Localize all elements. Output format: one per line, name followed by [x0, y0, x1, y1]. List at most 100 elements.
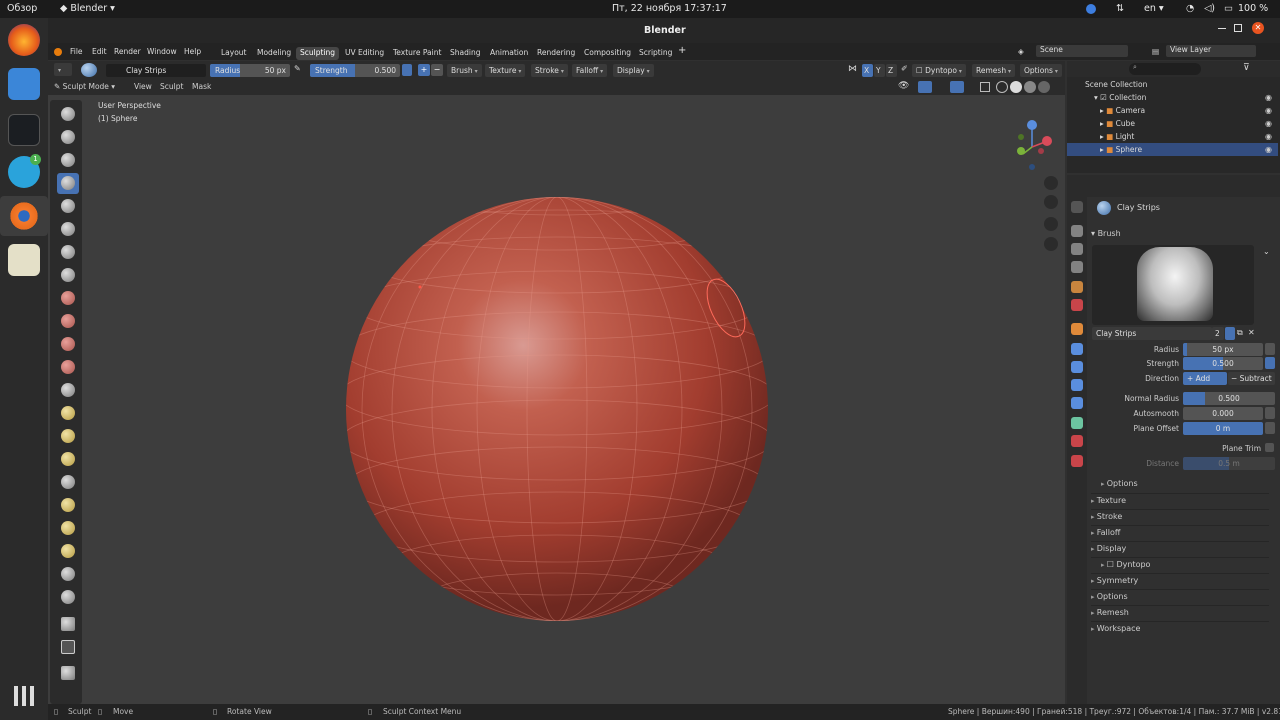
world-tab-icon[interactable]	[1071, 299, 1083, 311]
files-icon[interactable]	[8, 68, 40, 100]
menu-window[interactable]: Window	[147, 47, 177, 56]
particles-tab-icon[interactable]	[1071, 361, 1083, 373]
ortho-grid-icon[interactable]	[1044, 237, 1058, 251]
xray-toggle-icon[interactable]	[980, 82, 990, 92]
material-tab-icon[interactable]	[1071, 435, 1083, 447]
distance-field[interactable]: 0.5 m	[1183, 457, 1275, 470]
app-menu[interactable]: ◆ Blender ▾	[60, 3, 115, 14]
minimize-button[interactable]	[1218, 28, 1226, 29]
tab-uv-editing[interactable]: UV Editing	[341, 47, 388, 60]
overview-button[interactable]: Обзор	[7, 3, 37, 14]
panel-remesh[interactable]: Remesh	[1091, 605, 1269, 619]
options-subpanel[interactable]: Options	[1101, 477, 1279, 491]
panel-dyntopo[interactable]: ☐ Dyntopo	[1091, 557, 1269, 571]
autosmooth-pressure-icon[interactable]	[1265, 407, 1275, 419]
outliner-item-sphere[interactable]: ▸ ■ Sphere	[1067, 143, 1278, 156]
physics-tab-icon[interactable]	[1071, 379, 1083, 391]
modifier-tab-icon[interactable]	[1071, 343, 1083, 355]
radius-prop-pressure-icon[interactable]	[1265, 343, 1275, 355]
strength-field[interactable]: Strength 0.500	[310, 64, 400, 77]
language-indicator[interactable]: en ▾	[1144, 3, 1164, 14]
brush-users-count[interactable]: 2	[1212, 327, 1224, 340]
solid-shading-icon[interactable]	[1010, 81, 1022, 93]
unlink-icon[interactable]: ✕	[1248, 328, 1255, 337]
tab-scripting[interactable]: Scripting	[635, 47, 676, 60]
blender-logo-icon[interactable]	[54, 48, 62, 56]
tab-animation[interactable]: Animation	[486, 47, 532, 60]
zoom-icon[interactable]	[1044, 176, 1058, 190]
tab-texture-paint[interactable]: Texture Paint	[389, 47, 445, 60]
brush-panel-header[interactable]: ▾ Brush	[1091, 229, 1121, 238]
panel-options[interactable]: Options	[1091, 589, 1269, 603]
duplicate-icon[interactable]: ⧉	[1237, 328, 1243, 338]
brush-preview-dropdown-icon[interactable]: ⌄	[1263, 247, 1270, 256]
camera-view-icon[interactable]	[1044, 217, 1058, 231]
volume-icon[interactable]: ◁)	[1204, 3, 1215, 14]
strength-prop-field[interactable]: 0.500	[1183, 357, 1263, 370]
add-workspace-icon[interactable]: +	[678, 45, 686, 56]
strength-prop-pressure-icon[interactable]	[1265, 357, 1275, 369]
sphere-mesh[interactable]	[346, 197, 768, 621]
network-status-icon[interactable]	[1086, 4, 1096, 14]
direction-subtract-icon[interactable]: −	[431, 64, 443, 76]
symmetry-y-button[interactable]: Y	[874, 64, 885, 77]
scene-tab-icon[interactable]	[1071, 281, 1083, 293]
menu-render[interactable]: Render	[114, 47, 141, 56]
lock-icon[interactable]: ✐	[901, 64, 908, 73]
scene-selector[interactable]: Scene	[1036, 45, 1128, 57]
battery-icon[interactable]: ▭	[1224, 3, 1233, 14]
scene-icon[interactable]: ◈	[1018, 47, 1024, 56]
symmetry-z-button[interactable]: Z	[886, 64, 897, 77]
output-tab-icon[interactable]	[1071, 243, 1083, 255]
sculpt-mode-selector[interactable]: ✎ Sculpt Mode ▾	[54, 80, 115, 94]
dyntopo-menu[interactable]: ☐ Dyntopo	[912, 64, 966, 77]
menu-file[interactable]: File	[70, 47, 83, 56]
normal-radius-field[interactable]: 0.500	[1183, 392, 1275, 405]
display-menu[interactable]: Display	[613, 64, 654, 77]
clock[interactable]: Пт, 22 ноября 17:37:17	[612, 3, 727, 14]
autosmooth-field[interactable]: 0.000	[1183, 407, 1263, 420]
mask-menu[interactable]: Mask	[192, 80, 211, 94]
brush-name-field[interactable]: Clay Strips	[106, 64, 206, 77]
3d-viewport[interactable]: User Perspective (1) Sphere	[48, 95, 1065, 704]
stroke-menu[interactable]: Stroke	[531, 64, 568, 77]
brush-name-datablock[interactable]: Clay Strips	[1092, 327, 1212, 340]
material-shading-icon[interactable]	[1024, 81, 1036, 93]
direction-add-button[interactable]: + Add	[1183, 372, 1227, 385]
tab-layout[interactable]: Layout	[217, 47, 251, 60]
panel-stroke[interactable]: Stroke	[1091, 509, 1269, 523]
object-tab-icon[interactable]	[1071, 323, 1083, 335]
constraints-tab-icon[interactable]	[1071, 397, 1083, 409]
rendered-shading-icon[interactable]	[1038, 81, 1050, 93]
view-layer-icon[interactable]: ▤	[1152, 47, 1159, 56]
panel-symmetry[interactable]: Symmetry	[1091, 573, 1269, 587]
direction-subtract-button[interactable]: − Subtract	[1228, 372, 1275, 385]
texture-menu[interactable]: Texture	[485, 64, 526, 77]
direction-add-icon[interactable]: +	[418, 64, 430, 76]
close-button[interactable]: ✕	[1252, 22, 1264, 34]
gizmo-toggle-icon[interactable]	[918, 81, 932, 93]
texture-tab-icon[interactable]	[1071, 455, 1083, 467]
visibility-icon[interactable]: 👁	[898, 81, 909, 91]
symmetry-x-button[interactable]: X	[862, 64, 873, 77]
outliner-scene-collection[interactable]: Scene Collection	[1067, 78, 1278, 91]
brush-menu[interactable]: Brush	[447, 64, 482, 77]
falloff-menu[interactable]: Falloff	[572, 64, 608, 77]
sculpt-menu[interactable]: Sculpt	[160, 80, 183, 94]
editor-type-button[interactable]	[54, 63, 72, 76]
view-layer-tab-icon[interactable]	[1071, 261, 1083, 273]
tab-rendering[interactable]: Rendering	[533, 47, 579, 60]
outliner-item-light[interactable]: ▸ ■ Light	[1067, 130, 1278, 143]
view-layer-selector[interactable]: View Layer	[1166, 45, 1256, 57]
filter-icon[interactable]: ⊽	[1243, 63, 1250, 73]
tool-settings-tab-icon[interactable]	[1071, 201, 1083, 213]
show-apps-icon[interactable]	[14, 686, 34, 706]
tab-sculpting[interactable]: Sculpting	[296, 47, 340, 60]
pan-hand-icon[interactable]	[1044, 195, 1058, 209]
brush-preview-box[interactable]	[1092, 245, 1254, 325]
navigation-gizmo[interactable]	[1017, 120, 1052, 170]
system-monitor-icon[interactable]	[8, 114, 40, 146]
outliner-item-camera[interactable]: ▸ ■ Camera	[1067, 104, 1278, 117]
overlay-toggle-icon[interactable]	[950, 81, 964, 93]
plane-trim-checkbox[interactable]	[1265, 443, 1274, 452]
